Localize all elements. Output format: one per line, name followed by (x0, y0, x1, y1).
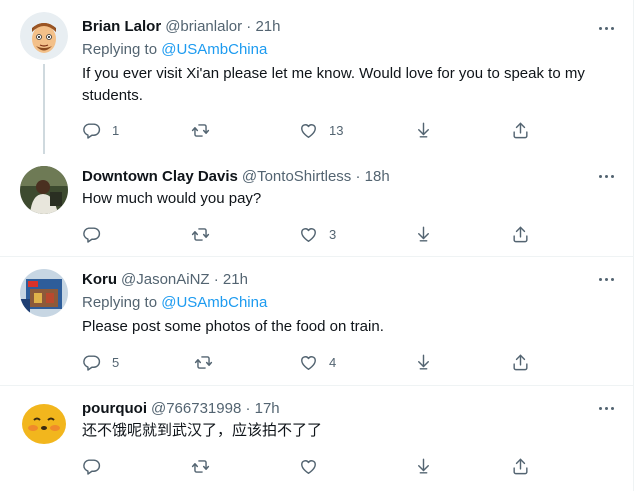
tweet-koru[interactable]: Koru @JasonAiNZ · 21h Replying to @USAmb… (0, 257, 634, 386)
share-button[interactable] (414, 120, 433, 140)
more-options-icon[interactable] (594, 398, 618, 418)
more-options-icon[interactable] (594, 18, 618, 38)
more-options-icon[interactable] (594, 166, 618, 186)
replying-to: Replying to @USAmbChina (82, 294, 267, 311)
upload-icon (511, 121, 530, 140)
heart-icon (299, 353, 318, 372)
replying-to-handle[interactable]: @USAmbChina (161, 41, 267, 58)
like-count: 3 (329, 226, 337, 242)
heart-icon (299, 121, 318, 140)
like-button[interactable]: 3 (299, 224, 336, 244)
tweet-text: If you ever visit Xi'an please let me kn… (82, 65, 585, 104)
upload-button[interactable] (511, 352, 530, 372)
tweet-header: Koru @JasonAiNZ · 21h (82, 269, 248, 289)
like-count: 4 (329, 354, 337, 370)
tweet-brian-lalor[interactable]: Brian Lalor @brianlalor · 21h Replying t… (0, 0, 634, 154)
replying-to-label: Replying to (82, 41, 162, 58)
tweet-actions: 3 (82, 224, 532, 244)
share-button[interactable] (414, 456, 433, 476)
author-name[interactable]: Brian Lalor (82, 18, 161, 35)
lego-box-avatar-image (20, 269, 68, 317)
avatar[interactable] (20, 12, 68, 60)
like-button[interactable]: 13 (299, 120, 343, 140)
tweet-text: 还不饿呢就到武汉了，应该拍不了了 (82, 422, 323, 439)
author-handle-time[interactable]: @JasonAiNZ · 21h (121, 271, 248, 288)
retweet-icon (191, 457, 210, 476)
tweet-actions: 5 4 (82, 352, 532, 372)
author-name[interactable]: pourquoi (82, 400, 147, 417)
tweet-actions: 1 13 (82, 120, 532, 140)
share-down-arrow-icon (414, 121, 433, 140)
avatar[interactable] (20, 269, 68, 317)
retweet-button[interactable] (194, 352, 224, 372)
author-name[interactable]: Downtown Clay Davis (82, 168, 238, 185)
reply-thread: Brian Lalor @brianlalor · 21h Replying t… (0, 0, 634, 491)
upload-button[interactable] (511, 456, 530, 476)
replying-to-label: Replying to (82, 294, 162, 311)
author-handle-time[interactable]: @brianlalor · 21h (165, 18, 280, 35)
tweet-text: How much would you pay? (82, 190, 262, 207)
author-handle-time[interactable]: @766731998 · 17h (151, 400, 280, 417)
retweet-button[interactable] (191, 456, 221, 476)
author-handle-time[interactable]: @TontoShirtless · 18h (242, 168, 390, 185)
reply-button[interactable]: 5 (82, 352, 119, 372)
reply-count: 1 (112, 122, 120, 138)
replying-to-handle[interactable]: @USAmbChina (161, 294, 267, 311)
replying-to: Replying to @USAmbChina (82, 41, 267, 58)
reply-icon (82, 457, 101, 476)
reply-icon (82, 353, 101, 372)
upload-button[interactable] (511, 120, 530, 140)
upload-icon (511, 225, 530, 244)
reply-button[interactable]: 1 (82, 120, 119, 140)
reply-button[interactable] (82, 224, 112, 244)
tweet-pourquoi[interactable]: pourquoi @766731998 · 17h 还不饿呢就到武汉了，应该拍不… (0, 386, 634, 491)
share-down-arrow-icon (414, 225, 433, 244)
reply-count: 5 (112, 354, 120, 370)
reply-button[interactable] (82, 456, 112, 476)
share-down-arrow-icon (414, 353, 433, 372)
thread-connector-line (43, 64, 45, 154)
retweet-icon (191, 121, 210, 140)
avatar[interactable] (20, 398, 68, 446)
tweet-header: pourquoi @766731998 · 17h (82, 398, 280, 418)
reply-icon (82, 225, 101, 244)
upload-button[interactable] (511, 224, 530, 244)
tweet-header: Brian Lalor @brianlalor · 21h (82, 16, 280, 36)
share-button[interactable] (414, 352, 433, 372)
reply-icon (82, 121, 101, 140)
avatar[interactable] (20, 166, 68, 214)
retweet-icon (194, 353, 213, 372)
upload-icon (511, 353, 530, 372)
photo-avatar-image (20, 166, 68, 214)
retweet-button[interactable] (191, 120, 221, 140)
more-options-icon[interactable] (594, 269, 618, 289)
share-button[interactable] (414, 224, 433, 244)
retweet-button[interactable] (191, 224, 221, 244)
retweet-icon (191, 225, 210, 244)
tweet-actions (82, 456, 532, 476)
heart-icon (299, 225, 318, 244)
cartoon-avatar-image (20, 398, 68, 446)
like-count: 13 (329, 122, 344, 138)
tweet-text: Please post some photos of the food on t… (82, 318, 384, 335)
tweet-header: Downtown Clay Davis @TontoShirtless · 18… (82, 166, 390, 186)
upload-icon (511, 457, 530, 476)
tweet-downtown-clay-davis[interactable]: Downtown Clay Davis @TontoShirtless · 18… (0, 154, 634, 257)
like-button[interactable] (299, 456, 329, 476)
heart-icon (299, 457, 318, 476)
author-name[interactable]: Koru (82, 271, 117, 288)
share-down-arrow-icon (414, 457, 433, 476)
like-button[interactable]: 4 (299, 352, 336, 372)
emoji-avatar-image (20, 12, 68, 60)
